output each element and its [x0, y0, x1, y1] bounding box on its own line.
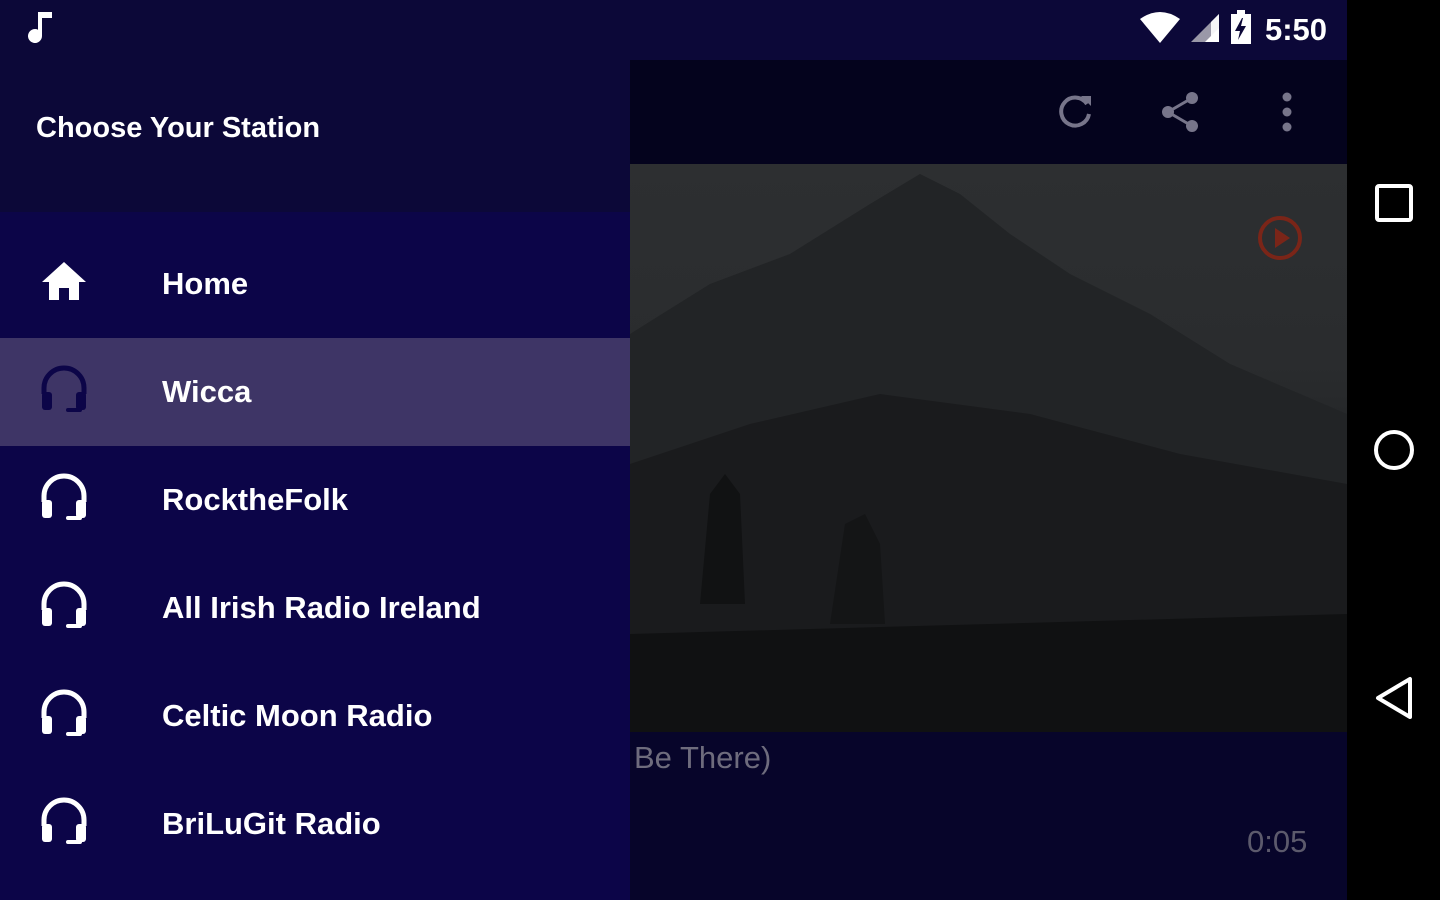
drawer-item-all-irish-radio-ireland[interactable]: All Irish Radio Ireland [0, 554, 630, 662]
drawer-item-home[interactable]: Home [0, 230, 630, 338]
more-vert-icon[interactable] [1257, 82, 1317, 142]
status-bar: 5:50 [0, 0, 1347, 60]
clock: 5:50 [1264, 12, 1327, 47]
drawer-item-label: Celtic Moon Radio [162, 698, 433, 733]
elapsed-time: 0:05 [1247, 824, 1308, 859]
drawer-item-rockthefolk[interactable]: RocktheFolk [0, 446, 630, 554]
drawer-header: Choose Your Station [0, 60, 630, 212]
drawer-item-celtic-moon-radio[interactable]: Celtic Moon Radio [0, 662, 630, 770]
track-title: Be There) [634, 740, 772, 775]
drawer-item-label: All Irish Radio Ireland [162, 590, 481, 625]
main-area: Be There) 0:05 Choose Your Station Home … [0, 60, 1347, 900]
headphones-icon [38, 688, 90, 740]
battery-charging-icon [1229, 9, 1253, 51]
drawer-title: Choose Your Station [36, 112, 321, 144]
back-icon[interactable] [1369, 673, 1419, 723]
headphones-icon [38, 364, 90, 416]
system-nav-bar [1347, 0, 1440, 900]
recents-icon[interactable] [1369, 178, 1419, 228]
drawer-item-label: RocktheFolk [162, 482, 349, 517]
headphones-icon [38, 796, 90, 848]
drawer-item-label: BriLuGit Radio [162, 806, 381, 841]
drawer-item-label: Wicca [162, 374, 252, 409]
home-icon [38, 256, 90, 308]
drawer-item-brilugit-radio[interactable]: BriLuGit Radio [0, 770, 630, 878]
wifi-icon [1139, 11, 1181, 50]
navigation-drawer: Choose Your Station Home Wicca RocktheFo… [0, 60, 630, 900]
drawer-item-wicca[interactable]: Wicca [0, 338, 630, 446]
drawer-item-label: Home [162, 266, 249, 301]
home-circle-icon[interactable] [1369, 425, 1419, 475]
album-artwork [630, 164, 1347, 732]
cell-signal-icon [1189, 12, 1221, 49]
refresh-icon[interactable] [1045, 82, 1105, 142]
share-icon[interactable] [1151, 82, 1211, 142]
play-circle-icon[interactable] [1256, 214, 1304, 267]
headphones-icon [38, 472, 90, 524]
music-note-icon [26, 10, 56, 51]
headphones-icon [38, 580, 90, 632]
station-list: Home Wicca RocktheFolk All Irish Radio I… [0, 230, 630, 878]
